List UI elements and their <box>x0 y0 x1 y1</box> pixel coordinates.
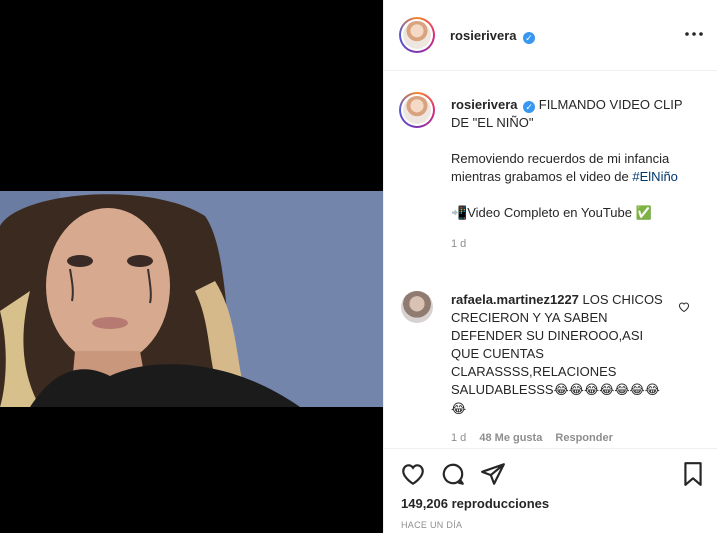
comment-username[interactable]: rafaela.martinez1227 <box>451 292 579 307</box>
more-options-icon[interactable] <box>684 26 704 42</box>
comment-time[interactable]: 1 d <box>451 432 466 444</box>
verified-badge-icon: ✓ <box>523 101 536 113</box>
commenter-avatar[interactable] <box>401 291 433 323</box>
hashtag-link[interactable]: #ElNiño <box>632 169 678 184</box>
post-caption: rosierivera ✓ FILMANDO VIDEO CLIP DE "EL… <box>451 96 696 253</box>
video-frame[interactable] <box>0 191 383 407</box>
post-timestamp[interactable]: HACE UN DÍA <box>401 520 462 530</box>
comment-bubble-icon[interactable] <box>440 461 466 487</box>
video-still-image <box>0 191 383 407</box>
caption-avatar-image <box>403 96 431 124</box>
share-paper-plane-icon[interactable] <box>480 461 506 487</box>
check-mark-icon: ✅ <box>635 206 652 221</box>
header-username[interactable]: rosierivera <box>450 28 517 43</box>
view-count[interactable]: 149,206 reproducciones <box>401 496 549 511</box>
like-heart-icon[interactable] <box>400 461 426 487</box>
caption-username[interactable]: rosierivera <box>451 97 518 112</box>
caption-avatar[interactable] <box>399 92 435 128</box>
phone-arrow-icon: 📲 <box>451 206 468 221</box>
comment: rafaela.martinez1227 LOS CHICOS CRECIERO… <box>451 291 666 447</box>
comment-likes[interactable]: 48 Me gusta <box>479 432 542 444</box>
caption-time[interactable]: 1 d <box>451 235 696 253</box>
save-bookmark-icon[interactable] <box>680 461 706 487</box>
post-header: rosierivera ✓ <box>384 0 717 71</box>
caption-body: Removiendo recuerdos de mi infancia mien… <box>451 150 696 186</box>
author-avatar-image <box>403 21 431 49</box>
caption-youtube-line: 📲Video Completo en YouTube ✅ <box>451 204 696 223</box>
comment-text: LOS CHICOS CRECIERON Y YA SABEN DEFENDER… <box>451 292 663 397</box>
author-avatar[interactable] <box>399 17 435 53</box>
post-panel: rosierivera ✓ rosierivera ✓ FILMANDO VID… <box>383 0 717 533</box>
reply-button[interactable]: Responder <box>555 432 612 444</box>
header-author: rosierivera ✓ <box>450 27 535 45</box>
comment-like-heart-icon[interactable] <box>678 300 690 313</box>
comment-meta: 1 d 48 Me gusta Responder <box>451 429 666 447</box>
youtube-text: Video Completo en YouTube <box>467 205 632 220</box>
verified-badge-icon: ✓ <box>522 32 535 44</box>
video-player[interactable] <box>0 0 383 533</box>
